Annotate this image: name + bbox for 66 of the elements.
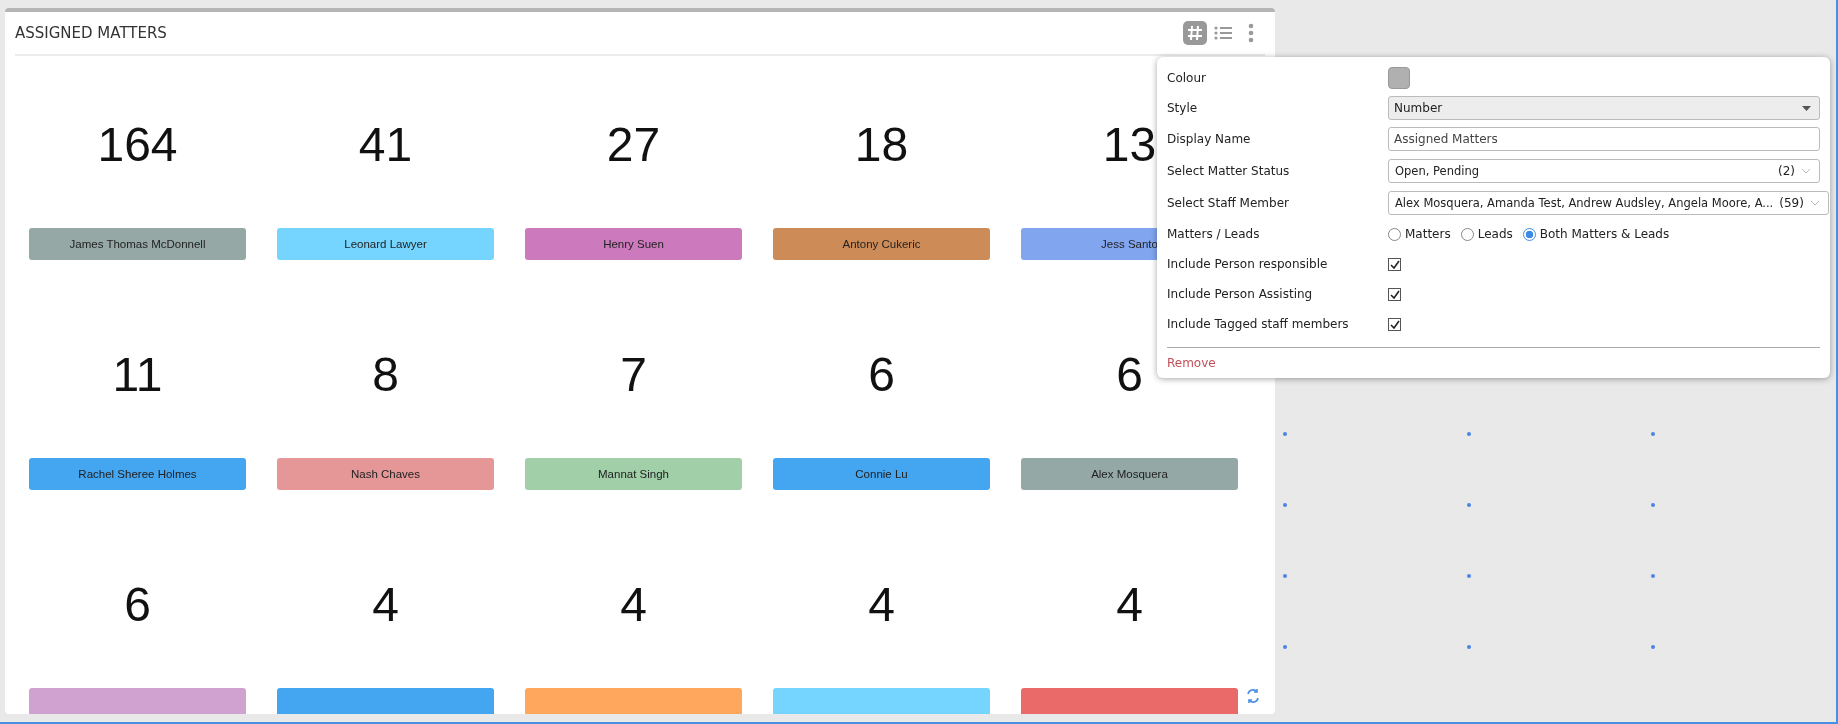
checkbox[interactable] xyxy=(1388,317,1401,331)
hash-icon xyxy=(1186,24,1204,42)
grid-dot xyxy=(1651,645,1655,649)
chevron-down-icon xyxy=(1809,200,1820,206)
matter-count: 6 xyxy=(1116,348,1143,401)
style-dropdown[interactable]: Number xyxy=(1388,96,1820,120)
display-name-input[interactable]: Assigned Matters xyxy=(1388,127,1820,151)
staff-name-bar[interactable]: Nash Chaves xyxy=(277,458,494,490)
matter-count: 41 xyxy=(358,118,413,171)
staff-name-bar[interactable]: Leonard Lawyer xyxy=(277,228,494,260)
grid-dot xyxy=(1651,503,1655,507)
matter-count: 4 xyxy=(1116,578,1143,631)
list-icon xyxy=(1213,24,1233,42)
matter-count: 8 xyxy=(372,348,399,401)
matter-count: 6 xyxy=(124,578,151,631)
hash-view-button[interactable] xyxy=(1183,21,1207,45)
grid-dot xyxy=(1283,645,1287,649)
matter-count: 27 xyxy=(606,118,661,171)
radio-option[interactable]: Matters xyxy=(1388,227,1451,241)
staff-name-bar[interactable]: Henry Suen xyxy=(525,228,742,260)
matter-count: 4 xyxy=(868,578,895,631)
matter-count: 11 xyxy=(112,348,163,401)
multi-select-field[interactable]: Alex Mosquera, Amanda Test, Andrew Audsley, Angela Moore, A... (59) xyxy=(1388,191,1829,215)
setting-label: Colour xyxy=(1167,71,1207,85)
matter-count: 4 xyxy=(620,578,647,631)
radio-option[interactable]: Both Matters & Leads xyxy=(1522,227,1670,241)
matter-count: 7 xyxy=(620,348,647,401)
checkbox[interactable] xyxy=(1388,287,1401,301)
radio-option[interactable]: Leads xyxy=(1460,227,1513,241)
staff-name-bar[interactable]: Mannat Singh xyxy=(525,458,742,490)
setting-label: Display Name xyxy=(1167,132,1252,146)
matter-count: 18 xyxy=(854,118,909,171)
matter-count: 4 xyxy=(372,578,399,631)
chevron-down-icon xyxy=(1801,168,1811,174)
kebab-menu-icon xyxy=(1247,23,1255,43)
grid-dot xyxy=(1467,432,1471,436)
matter-count: 6 xyxy=(868,348,895,401)
grid-dot xyxy=(1283,503,1287,507)
setting-label: Style xyxy=(1167,101,1199,115)
setting-label: Select Staff Member xyxy=(1167,196,1290,210)
colour-picker[interactable] xyxy=(1388,67,1410,89)
grid-dot xyxy=(1283,574,1287,578)
grid-dot xyxy=(1467,645,1471,649)
grid-dot xyxy=(1467,574,1471,578)
matter-count: 13 xyxy=(1102,118,1157,171)
staff-name-bar[interactable]: Antony Cukeric xyxy=(773,228,990,260)
staff-name-bar[interactable]: Connie Lu xyxy=(773,458,990,490)
setting-label: Select Matter Status xyxy=(1167,164,1291,178)
matter-count: 164 xyxy=(97,118,178,171)
grid-dot xyxy=(1651,432,1655,436)
setting-label: Include Person Assisting xyxy=(1167,287,1314,301)
remove-link[interactable]: Remove xyxy=(1167,356,1216,370)
staff-name-bar[interactable]: James Thomas McDonnell xyxy=(29,228,246,260)
grid-dot xyxy=(1283,432,1287,436)
grid-dot xyxy=(1651,574,1655,578)
checkbox[interactable] xyxy=(1388,257,1401,271)
setting-label: Include Tagged staff members xyxy=(1167,317,1350,331)
dropdown-arrow-icon xyxy=(1802,105,1811,111)
radio-button[interactable] xyxy=(1522,227,1536,241)
setting-label: Include Person responsible xyxy=(1167,257,1329,271)
staff-name-bar[interactable]: Alex Mosquera xyxy=(1021,458,1238,490)
multi-select-field[interactable]: Open, Pending (2) xyxy=(1388,159,1820,183)
refresh-icon[interactable] xyxy=(1245,688,1261,704)
grid-dot xyxy=(1467,503,1471,507)
widget-title: ASSIGNED MATTERS xyxy=(15,24,167,42)
staff-name-bar[interactable]: Rachel Sheree Holmes xyxy=(29,458,246,490)
